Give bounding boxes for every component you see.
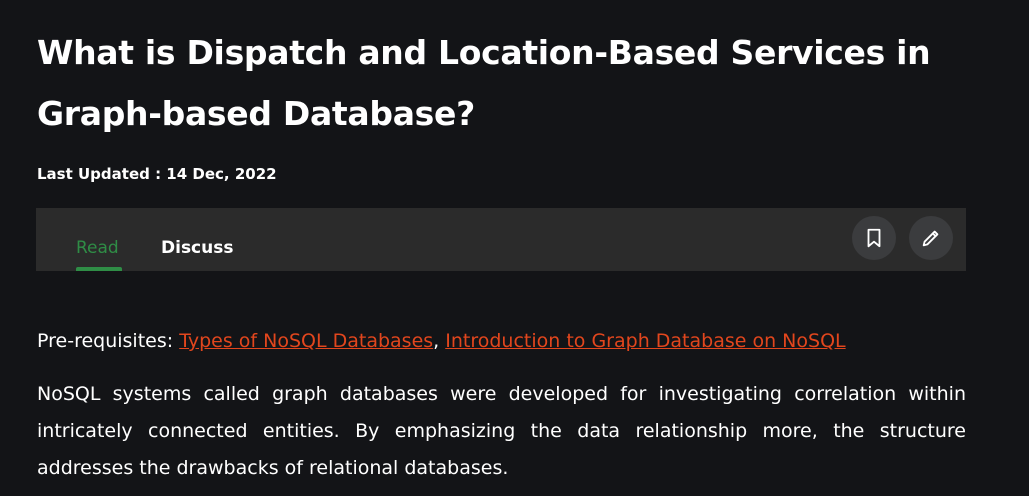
active-tab-indicator xyxy=(76,267,122,271)
prerequisites-line: Pre-requisites: Types of NoSQL Databases… xyxy=(37,330,846,352)
bookmark-button[interactable] xyxy=(852,216,896,260)
prerequisites-separator: , xyxy=(433,330,446,352)
edit-button[interactable] xyxy=(909,216,953,260)
last-updated-date: Last Updated : 14 Dec, 2022 xyxy=(37,165,277,183)
pencil-icon xyxy=(922,230,939,247)
link-types-of-nosql-databases[interactable]: Types of NoSQL Databases xyxy=(179,330,433,352)
prerequisites-label: Pre-requisites: xyxy=(37,330,180,352)
article-page: What is Dispatch and Location-Based Serv… xyxy=(0,0,1029,496)
article-paragraph: NoSQL systems called graph databases wer… xyxy=(37,383,966,479)
article-title: What is Dispatch and Location-Based Serv… xyxy=(37,33,931,133)
link-intro-graph-database[interactable]: Introduction to Graph Database on NoSQL xyxy=(445,330,845,352)
article-tab-bar: Read Discuss xyxy=(36,208,966,271)
bookmark-icon xyxy=(867,228,881,248)
tab-discuss[interactable]: Discuss xyxy=(161,238,233,258)
tab-read[interactable]: Read xyxy=(76,238,119,258)
